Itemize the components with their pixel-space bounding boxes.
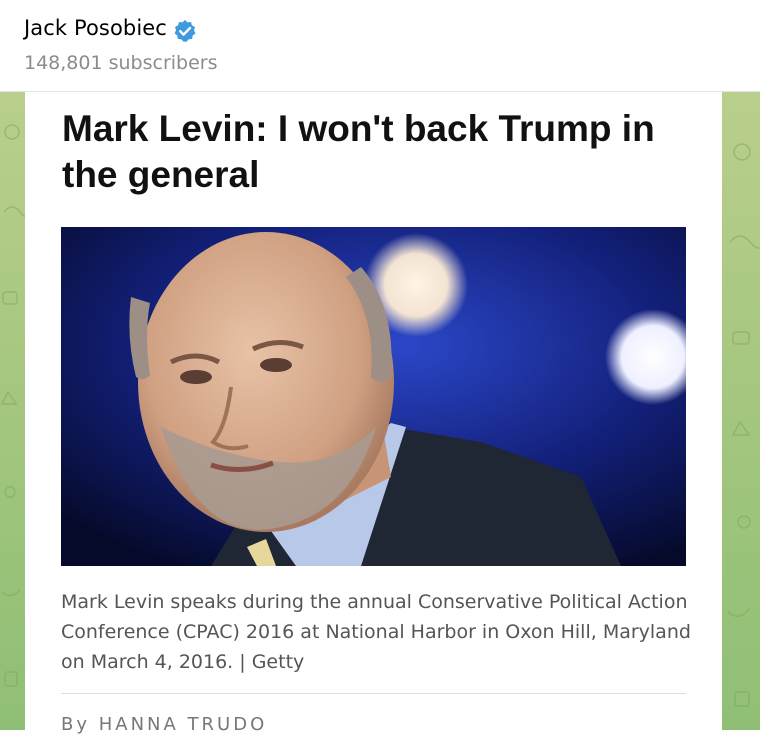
channel-header[interactable]: Jack Posobiec 148,801 subscribers: [0, 0, 760, 92]
article-preview-card[interactable]: Mark Levin: I won't back Trump in the ge…: [25, 92, 722, 735]
divider: [61, 693, 686, 694]
article-headline[interactable]: Mark Levin: I won't back Trump in the ge…: [62, 106, 702, 198]
verified-badge-icon: [174, 20, 196, 42]
photo-caption: Mark Levin speaks during the annual Cons…: [61, 591, 691, 673]
article-photo[interactable]: [61, 227, 686, 566]
channel-name[interactable]: Jack Posobiec: [24, 16, 167, 40]
subscriber-count: 148,801 subscribers: [24, 52, 218, 74]
article-byline: By HANNA TRUDO: [61, 714, 268, 735]
